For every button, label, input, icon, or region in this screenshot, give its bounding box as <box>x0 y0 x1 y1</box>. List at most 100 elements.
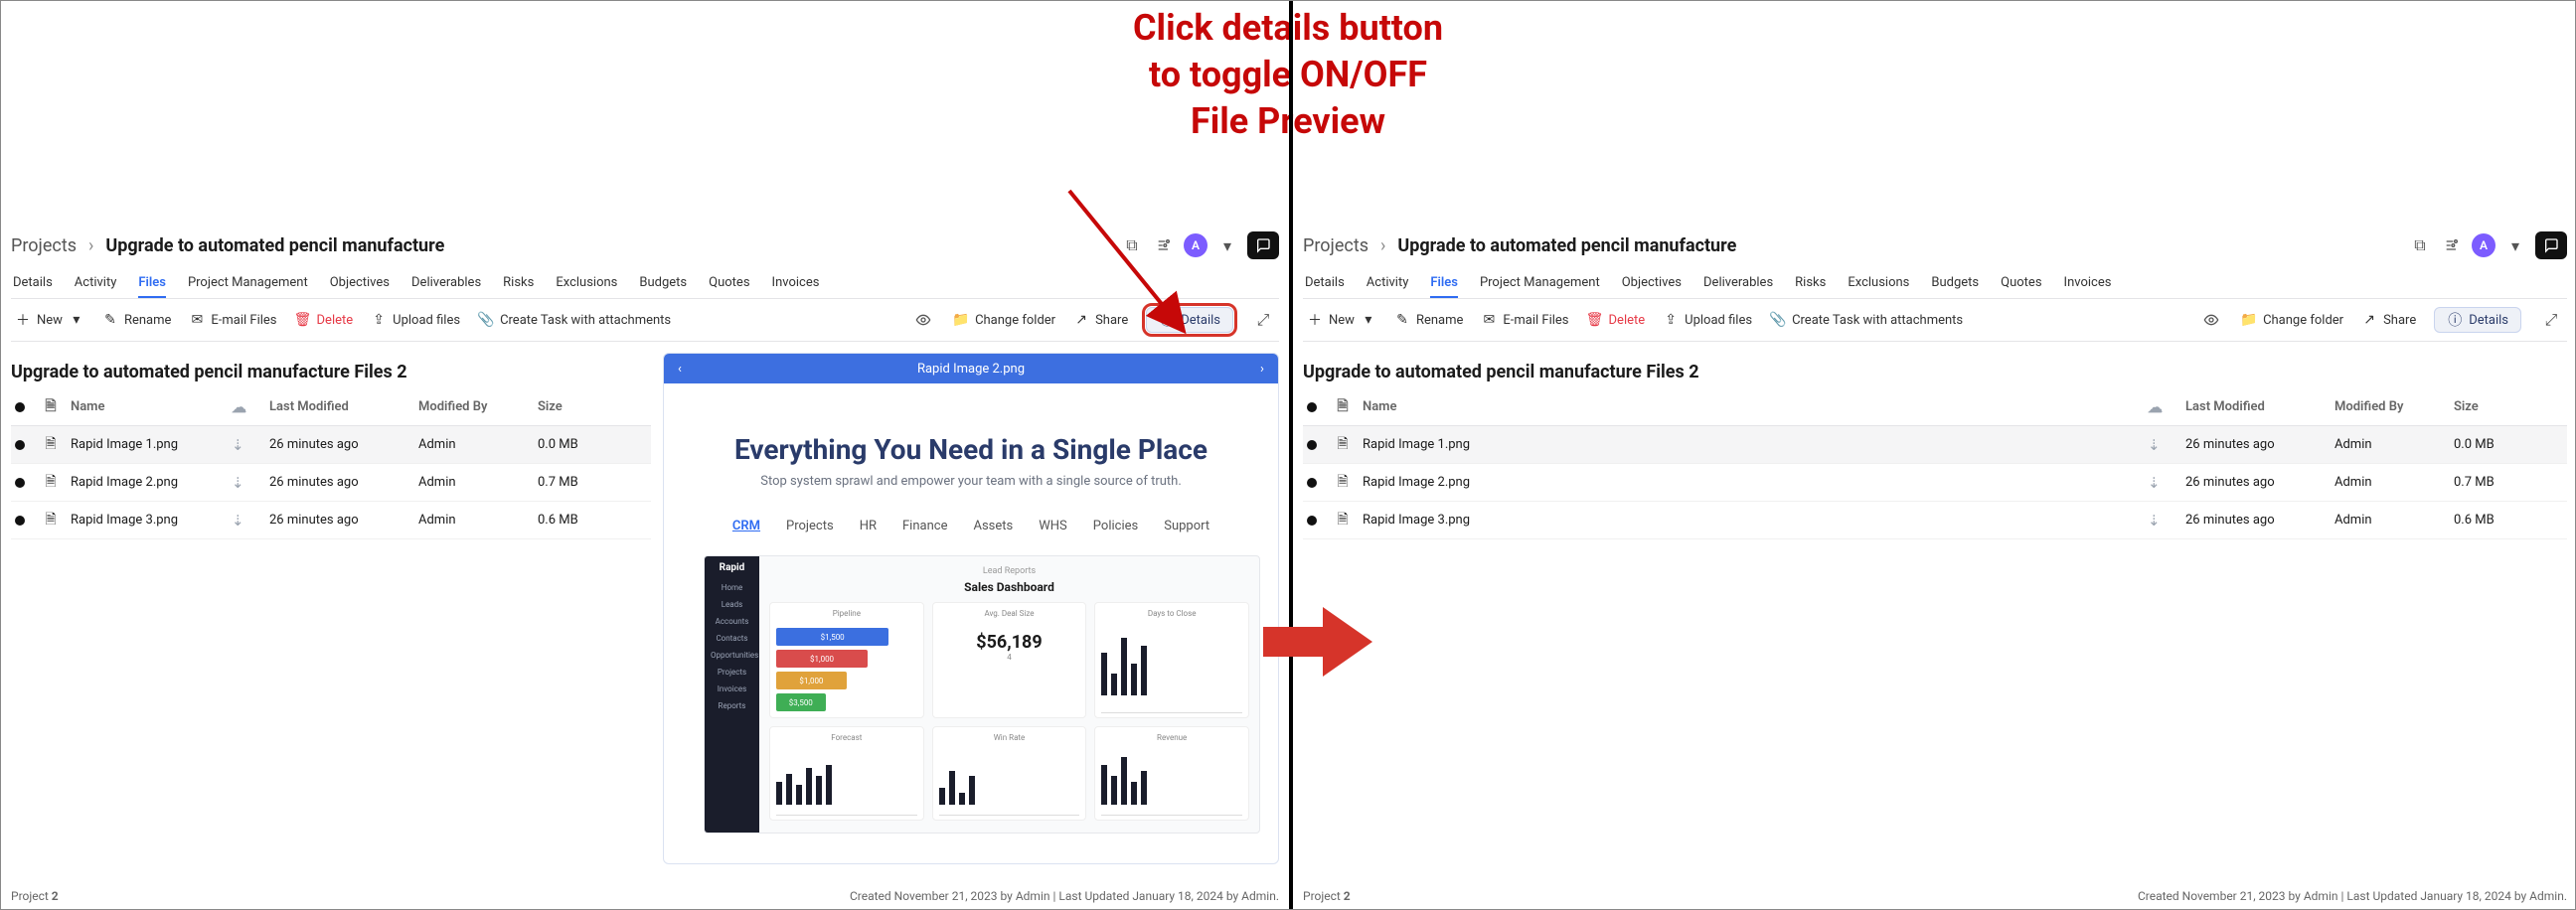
download-icon[interactable]: ⇣ <box>2148 436 2185 454</box>
pv-tab-whs[interactable]: WHS <box>1039 519 1067 533</box>
row-select[interactable] <box>1307 516 1317 526</box>
col-modified-by[interactable]: Modified By <box>2334 399 2454 414</box>
table-row[interactable]: 🗎 Rapid Image 3.png ⇣ 26 minutes ago Adm… <box>11 502 651 539</box>
email-files-button[interactable]: ✉E-mail Files <box>189 312 276 328</box>
change-folder-button[interactable]: 📁Change folder <box>953 312 1055 328</box>
breadcrumb-root[interactable]: Projects <box>11 235 77 256</box>
tab-project-management[interactable]: Project Management <box>188 269 308 298</box>
new-button[interactable]: ＋New▾ <box>1307 312 1376 328</box>
cell-last-modified: 26 minutes ago <box>269 437 418 452</box>
tab-risks[interactable]: Risks <box>1795 269 1826 298</box>
tab-deliverables[interactable]: Deliverables <box>411 269 481 298</box>
download-icon[interactable]: ⇣ <box>2148 474 2185 492</box>
details-toggle[interactable]: ⓘDetails <box>2434 307 2521 333</box>
col-last-modified[interactable]: Last Modified <box>269 399 418 414</box>
cell-size: 0.6 MB <box>538 513 647 528</box>
col-name[interactable]: Name <box>71 399 232 414</box>
file-name[interactable]: Rapid Image 2.png <box>1363 475 2148 490</box>
tab-exclusions[interactable]: Exclusions <box>556 269 617 298</box>
pv-tab-finance[interactable]: Finance <box>902 519 947 533</box>
col-size[interactable]: Size <box>538 399 647 414</box>
new-button[interactable]: ＋New▾ <box>15 312 84 328</box>
tab-files[interactable]: Files <box>138 269 166 298</box>
visibility-icon[interactable] <box>2199 308 2223 332</box>
upload-button[interactable]: ⇪Upload files <box>1663 312 1752 328</box>
delete-button[interactable]: 🗑Delete <box>1587 312 1646 328</box>
row-select[interactable] <box>15 478 25 488</box>
page-title: Upgrade to automated pencil manufacture … <box>1303 362 1699 382</box>
pv-tab-support[interactable]: Support <box>1164 519 1209 533</box>
table-row[interactable]: 🗎 Rapid Image 1.png ⇣ 26 minutes ago Adm… <box>11 426 651 464</box>
pv-tab-assets[interactable]: Assets <box>973 519 1013 533</box>
tab-deliverables[interactable]: Deliverables <box>1703 269 1773 298</box>
tab-project-management[interactable]: Project Management <box>1480 269 1600 298</box>
file-name[interactable]: Rapid Image 1.png <box>1363 437 2148 452</box>
tab-details[interactable]: Details <box>13 269 53 298</box>
create-task-button[interactable]: 📎Create Task with attachments <box>478 312 671 328</box>
file-name[interactable]: Rapid Image 3.png <box>1363 513 2148 528</box>
copy-icon[interactable]: ⧉ <box>2408 233 2432 257</box>
table-row[interactable]: 🗎 Rapid Image 1.png ⇣ 26 minutes ago Adm… <box>1303 426 2567 464</box>
email-files-button[interactable]: ✉E-mail Files <box>1481 312 1568 328</box>
select-all[interactable] <box>15 402 25 412</box>
tab-objectives[interactable]: Objectives <box>330 269 390 298</box>
breadcrumb-root[interactable]: Projects <box>1303 235 1368 256</box>
rename-button[interactable]: ✎Rename <box>1394 312 1463 328</box>
tab-details[interactable]: Details <box>1305 269 1345 298</box>
download-icon[interactable]: ⇣ <box>2148 512 2185 530</box>
row-select[interactable] <box>15 440 25 450</box>
tab-quotes[interactable]: Quotes <box>2001 269 2041 298</box>
tab-exclusions[interactable]: Exclusions <box>1848 269 1909 298</box>
upload-button[interactable]: ⇪Upload files <box>371 312 460 328</box>
change-folder-button[interactable]: 📁Change folder <box>2241 312 2343 328</box>
avatar[interactable]: A <box>2472 233 2496 257</box>
select-all[interactable] <box>1307 402 1317 412</box>
tab-invoices[interactable]: Invoices <box>2064 269 2112 298</box>
col-download-icon: ☁ <box>2148 398 2185 416</box>
tab-invoices[interactable]: Invoices <box>772 269 820 298</box>
visibility-icon[interactable] <box>911 308 935 332</box>
file-icon: 🗎 <box>43 513 59 529</box>
file-name[interactable]: Rapid Image 1.png <box>71 437 232 452</box>
preview-prev-button[interactable]: ‹ <box>664 354 696 383</box>
file-name[interactable]: Rapid Image 2.png <box>71 475 232 490</box>
avatar-chevron-icon[interactable]: ▾ <box>2503 233 2527 257</box>
tab-risks[interactable]: Risks <box>503 269 534 298</box>
expand-icon[interactable]: ⤢ <box>1251 308 1275 332</box>
expand-icon[interactable]: ⤢ <box>2539 308 2563 332</box>
download-icon[interactable]: ⇣ <box>232 436 269 454</box>
tab-quotes[interactable]: Quotes <box>709 269 749 298</box>
col-last-modified[interactable]: Last Modified <box>2185 399 2334 414</box>
chat-button[interactable] <box>2535 231 2567 259</box>
row-select[interactable] <box>1307 478 1317 488</box>
rename-button[interactable]: ✎Rename <box>102 312 171 328</box>
table-row[interactable]: 🗎 Rapid Image 2.png ⇣ 26 minutes ago Adm… <box>11 464 651 502</box>
tune-icon[interactable] <box>2440 233 2464 257</box>
col-size[interactable]: Size <box>2454 399 2563 414</box>
tab-files[interactable]: Files <box>1430 269 1458 298</box>
share-button[interactable]: ↗Share <box>2361 312 2416 328</box>
table-row[interactable]: 🗎 Rapid Image 3.png ⇣ 26 minutes ago Adm… <box>1303 502 2567 539</box>
delete-button[interactable]: 🗑Delete <box>295 312 354 328</box>
row-select[interactable] <box>1307 440 1317 450</box>
pv-tab-hr[interactable]: HR <box>860 519 877 533</box>
table-row[interactable]: 🗎 Rapid Image 2.png ⇣ 26 minutes ago Adm… <box>1303 464 2567 502</box>
avatar-chevron-icon[interactable]: ▾ <box>1215 233 1239 257</box>
chat-button[interactable] <box>1247 231 1279 259</box>
pv-tab-policies[interactable]: Policies <box>1093 519 1138 533</box>
tab-objectives[interactable]: Objectives <box>1622 269 1682 298</box>
row-select[interactable] <box>15 516 25 526</box>
file-name[interactable]: Rapid Image 3.png <box>71 513 232 528</box>
create-task-button[interactable]: 📎Create Task with attachments <box>1770 312 1963 328</box>
tab-budgets[interactable]: Budgets <box>639 269 687 298</box>
pv-tab-projects[interactable]: Projects <box>786 519 834 533</box>
download-icon[interactable]: ⇣ <box>232 474 269 492</box>
tab-activity[interactable]: Activity <box>75 269 117 298</box>
col-name[interactable]: Name <box>1363 399 2148 414</box>
tab-budgets[interactable]: Budgets <box>1931 269 1979 298</box>
col-modified-by[interactable]: Modified By <box>418 399 538 414</box>
preview-next-button[interactable]: › <box>1246 354 1278 383</box>
download-icon[interactable]: ⇣ <box>232 512 269 530</box>
pv-tab-crm[interactable]: CRM <box>732 519 760 533</box>
tab-activity[interactable]: Activity <box>1367 269 1409 298</box>
